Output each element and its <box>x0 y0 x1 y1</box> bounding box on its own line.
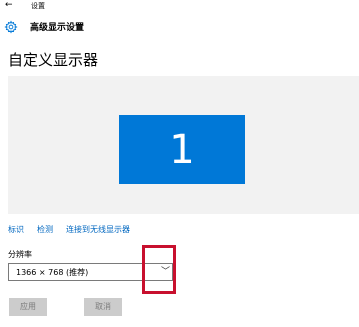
title-bar: ← 设置 <box>0 0 359 14</box>
apply-button[interactable]: 应用 <box>9 298 47 316</box>
dropdown-highlight-annotation <box>142 245 176 294</box>
monitor-tile[interactable]: 1 <box>119 115 245 184</box>
resolution-selected-value: 1366 × 768 (推荐) <box>16 268 89 277</box>
identify-link[interactable]: 标识 <box>8 224 24 236</box>
window-title: 设置 <box>31 2 45 10</box>
page-title: 自定义显示器 <box>8 51 99 69</box>
resolution-label: 分辨率 <box>8 250 32 259</box>
advanced-display-settings-page: ← 设置 高级显示设置 自定义显示器 1 标识 检测 连接到无线显示器 分辨率 … <box>0 0 359 327</box>
gear-icon <box>4 20 18 34</box>
monitor-number: 1 <box>169 126 195 173</box>
connect-wireless-link[interactable]: 连接到无线显示器 <box>66 224 130 236</box>
display-arrangement-area: 1 <box>8 76 359 214</box>
header-title: 高级显示设置 <box>30 23 85 33</box>
cancel-button[interactable]: 取消 <box>84 298 122 316</box>
back-arrow-icon[interactable]: ← <box>5 0 13 11</box>
detect-link[interactable]: 检测 <box>37 224 53 236</box>
settings-header: 高级显示设置 <box>0 19 359 37</box>
